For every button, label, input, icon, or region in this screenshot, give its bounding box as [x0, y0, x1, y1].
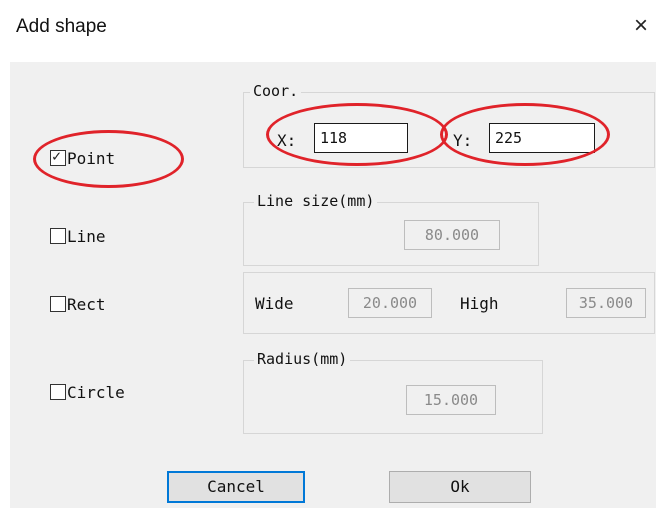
coor-group: Coor. X: 118 Y: 225: [243, 82, 655, 168]
radius-group: Radius(mm) 15.000: [243, 350, 543, 434]
rect-checkbox[interactable]: [50, 296, 66, 312]
line-size-legend: Line size(mm): [254, 192, 378, 210]
y-input[interactable]: 225: [489, 123, 595, 153]
y-label: Y:: [453, 131, 473, 150]
radius-legend: Radius(mm): [254, 350, 351, 368]
rect-label: Rect: [67, 295, 106, 314]
circle-label: Circle: [67, 383, 125, 402]
line-size-input[interactable]: 80.000: [404, 220, 500, 250]
coor-legend: Coor.: [250, 82, 302, 100]
close-icon[interactable]: ×: [634, 14, 648, 38]
x-input[interactable]: 118: [314, 123, 408, 153]
high-input[interactable]: 35.000: [566, 288, 646, 318]
rect-group: Wide 20.000 High 35.000: [243, 272, 655, 334]
high-label: High: [460, 294, 499, 313]
line-size-group: Line size(mm) 80.000: [243, 192, 539, 266]
cancel-button[interactable]: Cancel: [167, 471, 305, 503]
x-label: X:: [277, 131, 297, 150]
circle-checkbox[interactable]: [50, 384, 66, 400]
radius-input[interactable]: 15.000: [406, 385, 496, 415]
point-label: Point: [67, 149, 116, 168]
wide-label: Wide: [255, 294, 294, 313]
line-checkbox[interactable]: [50, 228, 66, 244]
point-checkbox[interactable]: ✓: [50, 147, 66, 166]
title-bar: Add shape ×: [0, 0, 663, 60]
ok-button[interactable]: Ok: [389, 471, 531, 503]
check-icon: ✓: [52, 147, 62, 165]
dialog-body: Coor. X: 118 Y: 225 ✓ Point Line size(mm…: [10, 62, 656, 508]
wide-input[interactable]: 20.000: [348, 288, 432, 318]
line-label: Line: [67, 227, 106, 246]
dialog-title: Add shape: [16, 16, 107, 37]
